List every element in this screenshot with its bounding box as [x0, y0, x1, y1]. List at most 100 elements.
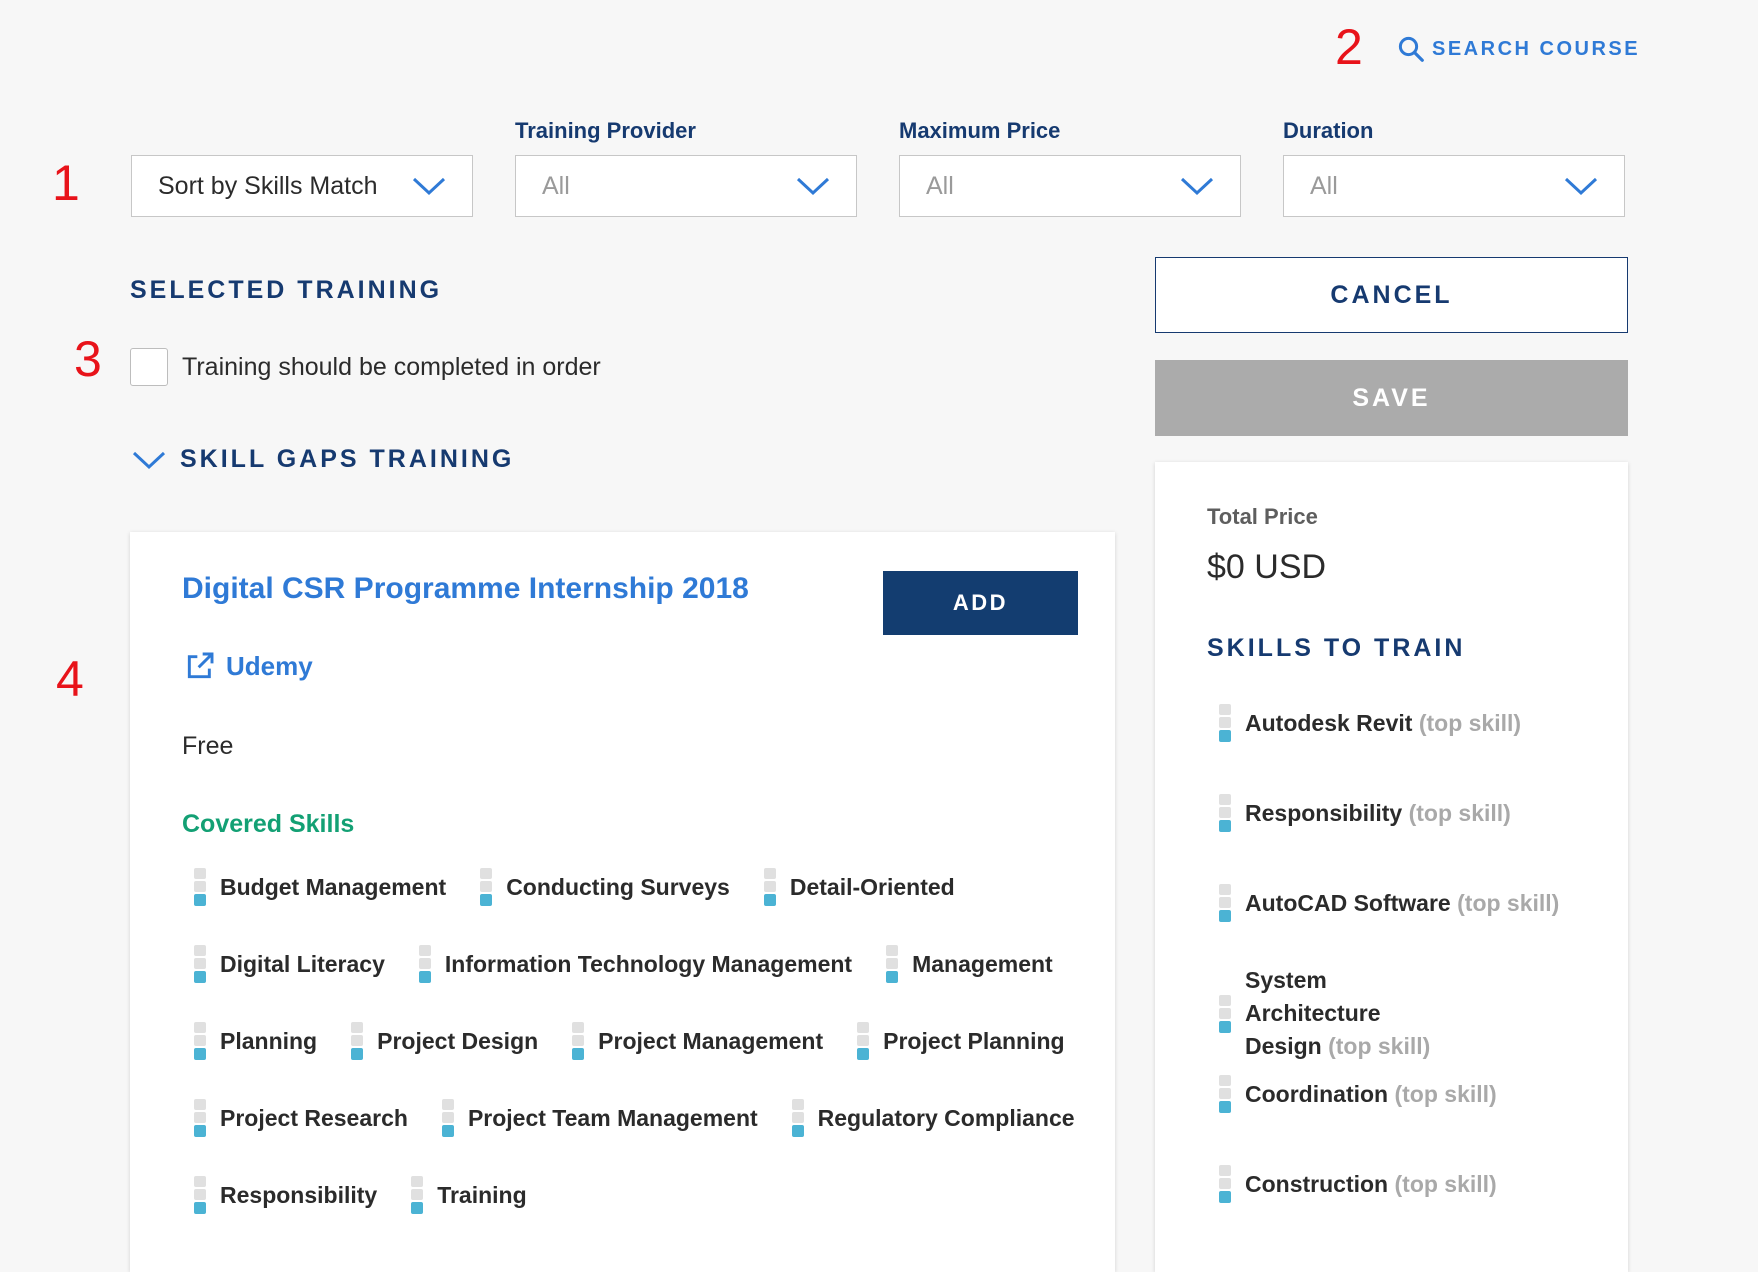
covered-skill: Project Design [351, 1022, 538, 1060]
covered-skill: Digital Literacy [194, 945, 385, 983]
selected-training-heading: SELECTED TRAINING [130, 276, 443, 304]
covered-skill: Planning [194, 1022, 317, 1060]
order-checkbox[interactable] [130, 348, 168, 386]
covered-skill-name: Information Technology Management [444, 950, 853, 977]
covered-skills-row: Planning Project Design Project Manageme… [194, 1022, 1099, 1060]
train-skill-item: System Architecture Design (top skill) [1219, 964, 1459, 1063]
skill-level-icon [441, 1099, 454, 1137]
chevron-down-icon [412, 177, 446, 196]
search-course-link[interactable]: SEARCH COURSE [1396, 34, 1640, 64]
covered-skill-name: Project Planning [883, 1027, 1065, 1054]
duration-value: All [1310, 171, 1338, 200]
skill-level-icon [1219, 1165, 1231, 1203]
skill-level-icon [411, 1176, 424, 1214]
maximum-price-label: Maximum Price [899, 118, 1061, 143]
add-course-button[interactable]: ADD [883, 571, 1078, 635]
skill-level-icon [418, 945, 431, 983]
top-skill-tag: (top skill) [1328, 1033, 1431, 1059]
train-skill-item: Construction (top skill) [1219, 1165, 1599, 1203]
annotation-marker-4: 4 [56, 651, 84, 707]
covered-skill-name: Planning [220, 1027, 318, 1054]
top-skill-tag: (top skill) [1457, 889, 1560, 916]
skill-level-icon [194, 1176, 206, 1214]
maximum-price-value: All [926, 171, 954, 200]
skill-level-icon [194, 1022, 206, 1060]
skill-level-icon [194, 945, 206, 983]
skill-level-icon [572, 1022, 585, 1060]
maximum-price-select[interactable]: All [899, 155, 1241, 217]
training-provider-select[interactable]: All [515, 155, 857, 217]
total-price-label: Total Price [1207, 504, 1318, 529]
skill-gaps-heading: SKILL GAPS TRAINING [180, 445, 515, 473]
annotation-marker-2: 2 [1335, 19, 1363, 75]
covered-skill-name: Budget Management [220, 873, 447, 900]
skill-level-icon [194, 868, 206, 906]
skills-to-train-heading: SKILLS TO TRAIN [1207, 634, 1466, 662]
train-skill-name: Coordination [1245, 1080, 1389, 1107]
skill-level-icon [791, 1099, 804, 1137]
annotation-marker-3: 3 [74, 331, 102, 387]
covered-skill: Project Research [194, 1099, 408, 1137]
skill-level-icon [1219, 884, 1231, 922]
skill-level-icon [857, 1022, 870, 1060]
covered-skill: Project Planning [857, 1022, 1065, 1060]
skill-level-icon [1219, 794, 1231, 832]
top-skill-tag: (top skill) [1394, 1170, 1497, 1197]
training-provider-label: Training Provider [515, 118, 696, 143]
skill-level-icon [194, 1099, 206, 1137]
annotation-marker-1: 1 [52, 155, 80, 211]
covered-skill: Project Team Management [441, 1099, 758, 1137]
train-skill-name: AutoCAD Software [1245, 889, 1451, 916]
covered-skill: Conducting Surveys [480, 868, 730, 906]
covered-skill-name: Project Design [377, 1027, 539, 1054]
covered-skill-name: Detail-Oriented [789, 873, 955, 900]
skill-gaps-toggle[interactable]: SKILL GAPS TRAINING [132, 445, 514, 474]
train-skill-name: Autodesk Revit [1245, 709, 1413, 736]
save-button[interactable]: SAVE [1155, 360, 1628, 436]
covered-skill-name: Responsibility [220, 1181, 378, 1208]
provider-link[interactable]: Udemy [184, 650, 313, 682]
skill-level-icon [480, 868, 493, 906]
train-skill-name: Responsibility [1245, 799, 1403, 826]
provider-name: Udemy [226, 650, 313, 681]
course-price: Free [182, 732, 234, 760]
covered-skills-row: Digital Literacy Information Technology … [194, 945, 1087, 983]
summary-panel: Total Price $0 USD SKILLS TO TRAIN Autod… [1155, 462, 1628, 1272]
skill-level-icon [351, 1022, 364, 1060]
covered-skill: Budget Management [194, 868, 446, 906]
skill-level-icon [1219, 1075, 1231, 1113]
train-skill-name: Construction [1245, 1170, 1389, 1197]
top-skill-tag: (top skill) [1408, 799, 1511, 826]
cancel-button[interactable]: CANCEL [1155, 257, 1628, 333]
covered-skill: Detail-Oriented [763, 868, 955, 906]
skill-level-icon [886, 945, 899, 983]
covered-skill-name: Regulatory Compliance [817, 1104, 1075, 1131]
covered-skill-name: Conducting Surveys [506, 873, 730, 900]
covered-skill-name: Project Team Management [467, 1104, 758, 1131]
training-provider-value: All [542, 171, 570, 200]
duration-label: Duration [1283, 118, 1374, 143]
skill-level-icon [1219, 994, 1231, 1033]
total-price-value: $0 USD [1207, 548, 1327, 586]
duration-select[interactable]: All [1283, 155, 1625, 217]
covered-skill: Training [411, 1176, 527, 1214]
chevron-down-icon [1180, 177, 1214, 196]
sort-select[interactable]: Sort by Skills Match [131, 155, 473, 217]
sort-select-value: Sort by Skills Match [158, 171, 378, 200]
external-link-icon [187, 652, 214, 679]
covered-skill-name: Training [437, 1181, 527, 1208]
search-icon [1398, 36, 1424, 62]
top-skill-tag: (top skill) [1418, 709, 1522, 736]
train-skill-item: AutoCAD Software (top skill) [1219, 884, 1599, 922]
course-title-link[interactable]: Digital CSR Programme Internship 2018 [182, 572, 749, 606]
chevron-down-icon [132, 451, 166, 469]
course-card: Digital CSR Programme Internship 2018 AD… [130, 532, 1115, 1272]
covered-skill: Project Management [572, 1022, 823, 1060]
covered-skill: Management [886, 945, 1053, 983]
train-skill-item: Responsibility (top skill) [1219, 794, 1599, 832]
covered-skills-heading: Covered Skills [182, 810, 355, 838]
top-skill-tag: (top skill) [1394, 1080, 1497, 1107]
order-checkbox-label[interactable]: Training should be completed in order [182, 353, 601, 382]
covered-skills-row: Project Research Project Team Management… [194, 1099, 1109, 1137]
covered-skills-row: Budget Management Conducting Surveys Det… [194, 868, 989, 906]
